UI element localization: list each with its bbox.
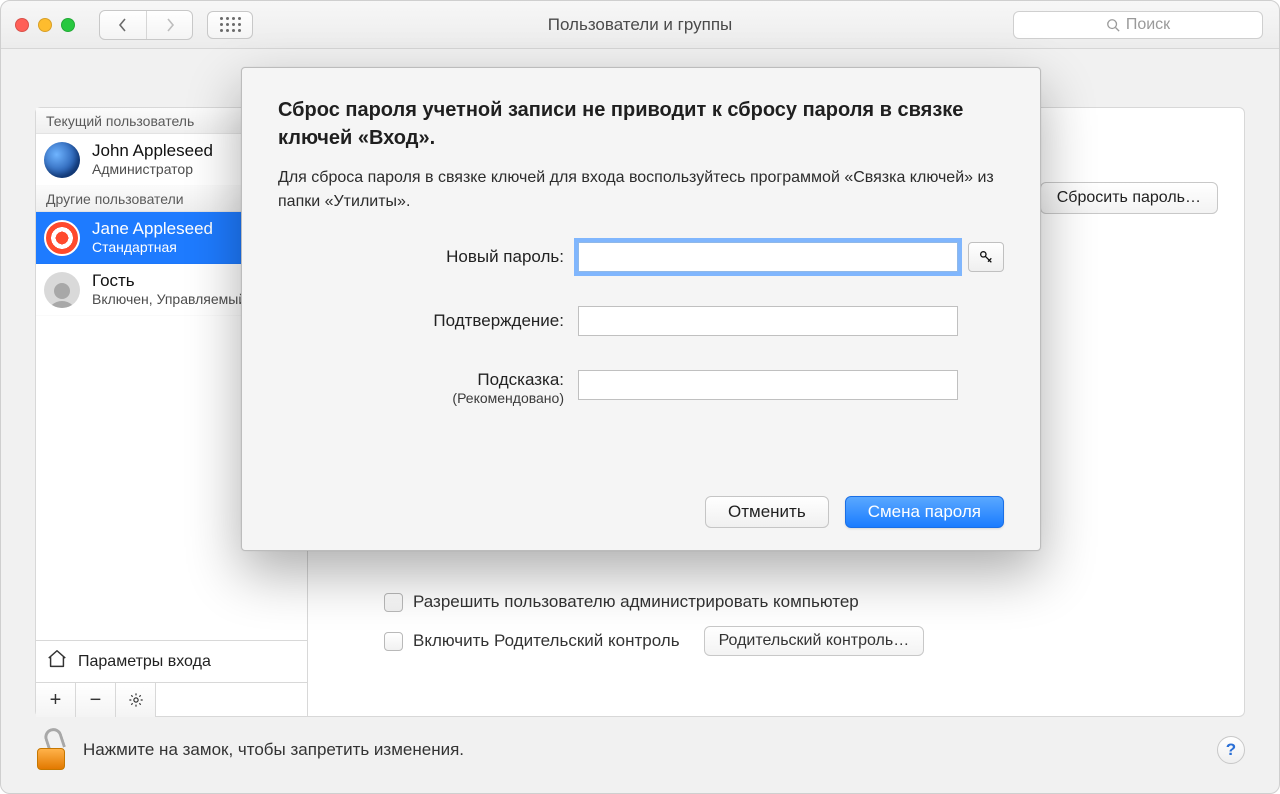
sheet-heading: Сброс пароля учетной записи не приводит … — [278, 96, 1004, 152]
lock-icon[interactable] — [35, 730, 67, 770]
close-window-button[interactable] — [15, 18, 29, 32]
new-password-input[interactable] — [578, 242, 958, 272]
open-parental-controls-button[interactable]: Родительский контроль… — [704, 626, 925, 656]
parental-controls-checkbox[interactable] — [384, 632, 403, 651]
avatar-guest-icon — [44, 272, 80, 308]
minimize-window-button[interactable] — [38, 18, 52, 32]
user-role: Стандартная — [92, 239, 213, 257]
gear-icon — [128, 692, 144, 708]
hint-recommended: (Рекомендовано) — [278, 390, 564, 406]
password-assistant-button[interactable] — [968, 242, 1004, 272]
avatar-earth-icon — [44, 142, 80, 178]
titlebar: Пользователи и группы Поиск — [1, 1, 1279, 49]
user-role: Администратор — [92, 161, 213, 179]
user-actions-button[interactable] — [116, 683, 156, 717]
search-icon — [1106, 18, 1120, 32]
nav-back-forward — [99, 10, 193, 40]
window-controls — [15, 18, 75, 32]
user-name: Jane Appleseed — [92, 218, 213, 239]
login-options-row[interactable]: Параметры входа — [36, 640, 308, 682]
avatar-target-icon — [44, 220, 80, 256]
allow-admin-checkbox[interactable] — [384, 593, 403, 612]
home-icon — [46, 648, 68, 675]
search-field[interactable]: Поиск — [1013, 11, 1263, 39]
remove-user-button[interactable]: − — [76, 683, 116, 717]
password-hint-input[interactable] — [578, 370, 958, 400]
reset-password-button[interactable]: Сбросить пароль… — [1040, 182, 1218, 214]
sheet-info-text: Для сброса пароля в связке ключей для вх… — [278, 166, 1004, 214]
hint-label: Подсказка: — [477, 370, 564, 389]
back-button[interactable] — [100, 11, 146, 39]
user-name: Гость — [92, 270, 246, 291]
chevron-left-icon — [117, 18, 129, 32]
user-role: Включен, Управляемый — [92, 291, 246, 309]
new-password-label: Новый пароль: — [278, 247, 578, 267]
confirm-password-input[interactable] — [578, 306, 958, 336]
parental-controls-label: Включить Родительский контроль — [413, 631, 680, 651]
chevron-right-icon — [164, 18, 176, 32]
search-placeholder: Поиск — [1126, 16, 1170, 34]
key-icon — [978, 249, 994, 265]
lock-row: Нажмите на замок, чтобы запретить измене… — [35, 727, 1245, 773]
sidebar-controls: + − — [36, 682, 308, 716]
lock-hint-text: Нажмите на замок, чтобы запретить измене… — [83, 740, 464, 760]
preferences-window: Пользователи и группы Поиск Текущий поль… — [0, 0, 1280, 794]
grid-icon — [220, 17, 241, 32]
zoom-window-button[interactable] — [61, 18, 75, 32]
reset-password-sheet: Сброс пароля учетной записи не приводит … — [241, 67, 1041, 551]
user-name: John Appleseed — [92, 140, 213, 161]
forward-button[interactable] — [146, 11, 192, 39]
add-user-button[interactable]: + — [36, 683, 76, 717]
help-button[interactable]: ? — [1217, 736, 1245, 764]
confirm-password-label: Подтверждение: — [278, 311, 578, 331]
show-all-button[interactable] — [207, 11, 253, 39]
cancel-button[interactable]: Отменить — [705, 496, 829, 528]
login-options-label: Параметры входа — [78, 653, 211, 671]
allow-admin-label: Разрешить пользователю администрировать … — [413, 592, 859, 612]
change-password-button[interactable]: Смена пароля — [845, 496, 1004, 528]
